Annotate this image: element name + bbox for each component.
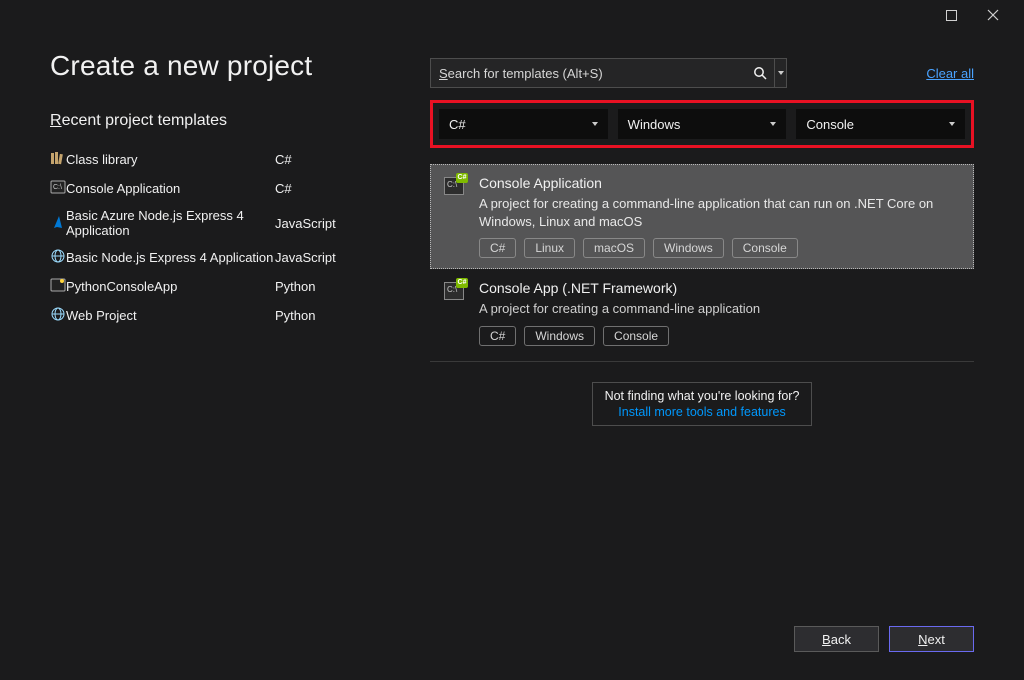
divider bbox=[430, 361, 974, 362]
recent-item[interactable]: Basic Azure Node.js Express 4 Applicatio… bbox=[50, 208, 343, 238]
template-description: A project for creating a command-line ap… bbox=[479, 300, 965, 318]
recent-item-badge: JavaScript bbox=[275, 216, 336, 231]
recent-item[interactable]: PythonConsoleApp Python bbox=[50, 277, 343, 296]
recent-item-badge: JavaScript bbox=[275, 250, 336, 265]
filters-highlight-box: C# Windows Console bbox=[430, 100, 974, 148]
recent-header: Recent project templates bbox=[50, 112, 227, 132]
template-title: Console Application bbox=[479, 175, 965, 191]
template-item[interactable]: C:\C# Console Application A project for … bbox=[430, 164, 974, 269]
clear-all-link[interactable]: Clear all bbox=[926, 66, 974, 81]
console-csharp-icon: C:\C# bbox=[439, 175, 469, 258]
not-found-box: Not finding what you're looking for? Ins… bbox=[592, 382, 812, 426]
maximize-button[interactable] bbox=[930, 1, 972, 29]
search-input[interactable]: Search for templates (Alt+S) bbox=[430, 58, 775, 88]
globe-icon bbox=[50, 248, 66, 267]
tag: Console bbox=[732, 238, 798, 258]
close-button[interactable] bbox=[972, 1, 1014, 29]
azure-icon bbox=[50, 214, 66, 233]
chevron-down-icon bbox=[949, 122, 955, 126]
template-description: A project for creating a command-line ap… bbox=[479, 195, 965, 230]
class-library-icon bbox=[50, 150, 66, 169]
search-dropdown[interactable] bbox=[775, 58, 787, 88]
tag: Console bbox=[603, 326, 669, 346]
python-console-icon bbox=[50, 277, 66, 296]
footer-buttons: Back Next bbox=[794, 626, 974, 652]
recent-item-label: Basic Azure Node.js Express 4 Applicatio… bbox=[66, 208, 275, 238]
template-item[interactable]: C:\C# Console App (.NET Framework) A pro… bbox=[430, 269, 974, 357]
template-tags: C# Windows Console bbox=[479, 326, 965, 346]
tag: macOS bbox=[583, 238, 645, 258]
template-tags: C# Linux macOS Windows Console bbox=[479, 238, 965, 258]
page-title: Create a new project bbox=[50, 50, 400, 82]
titlebar bbox=[0, 0, 1024, 30]
recent-item-badge: C# bbox=[275, 181, 292, 196]
chevron-down-icon bbox=[592, 122, 598, 126]
search-placeholder: Search for templates (Alt+S) bbox=[431, 66, 746, 81]
filter-language-value: C# bbox=[449, 117, 466, 132]
recent-item[interactable]: C:\ Console Application C# bbox=[50, 179, 343, 198]
not-found-text: Not finding what you're looking for? bbox=[605, 389, 800, 403]
filter-platform[interactable]: Windows bbox=[618, 109, 787, 139]
next-button[interactable]: Next bbox=[889, 626, 974, 652]
recent-item[interactable]: Class library C# bbox=[50, 150, 343, 169]
recent-item-badge: Python bbox=[275, 308, 315, 323]
svg-text:C:\: C:\ bbox=[53, 184, 62, 191]
filter-type-value: Console bbox=[806, 117, 854, 132]
search-icon[interactable] bbox=[746, 66, 774, 80]
tag: C# bbox=[479, 238, 516, 258]
recent-item-label: Web Project bbox=[66, 308, 137, 323]
recent-item-badge: Python bbox=[275, 279, 315, 294]
recent-item[interactable]: Basic Node.js Express 4 Application Java… bbox=[50, 248, 343, 267]
install-tools-link[interactable]: Install more tools and features bbox=[603, 405, 801, 419]
tag: Windows bbox=[524, 326, 595, 346]
filter-type[interactable]: Console bbox=[796, 109, 965, 139]
tag: Linux bbox=[524, 238, 575, 258]
recent-item-badge: C# bbox=[275, 152, 292, 167]
back-button[interactable]: Back bbox=[794, 626, 879, 652]
recent-item-label: Basic Node.js Express 4 Application bbox=[66, 250, 273, 265]
recent-item[interactable]: Web Project Python bbox=[50, 306, 343, 325]
console-icon: C:\ bbox=[50, 179, 66, 198]
filter-language[interactable]: C# bbox=[439, 109, 608, 139]
recent-item-label: Console Application bbox=[66, 181, 180, 196]
template-title: Console App (.NET Framework) bbox=[479, 280, 965, 296]
chevron-down-icon bbox=[770, 122, 776, 126]
recent-templates-list: Class library C# C:\ Console Application … bbox=[50, 150, 343, 325]
template-list: C:\C# Console Application A project for … bbox=[430, 164, 974, 357]
globe-icon bbox=[50, 306, 66, 325]
console-csharp-icon: C:\C# bbox=[439, 280, 469, 346]
tag: C# bbox=[479, 326, 516, 346]
recent-item-label: PythonConsoleApp bbox=[66, 279, 177, 294]
filter-platform-value: Windows bbox=[628, 117, 681, 132]
recent-item-label: Class library bbox=[66, 152, 138, 167]
tag: Windows bbox=[653, 238, 724, 258]
